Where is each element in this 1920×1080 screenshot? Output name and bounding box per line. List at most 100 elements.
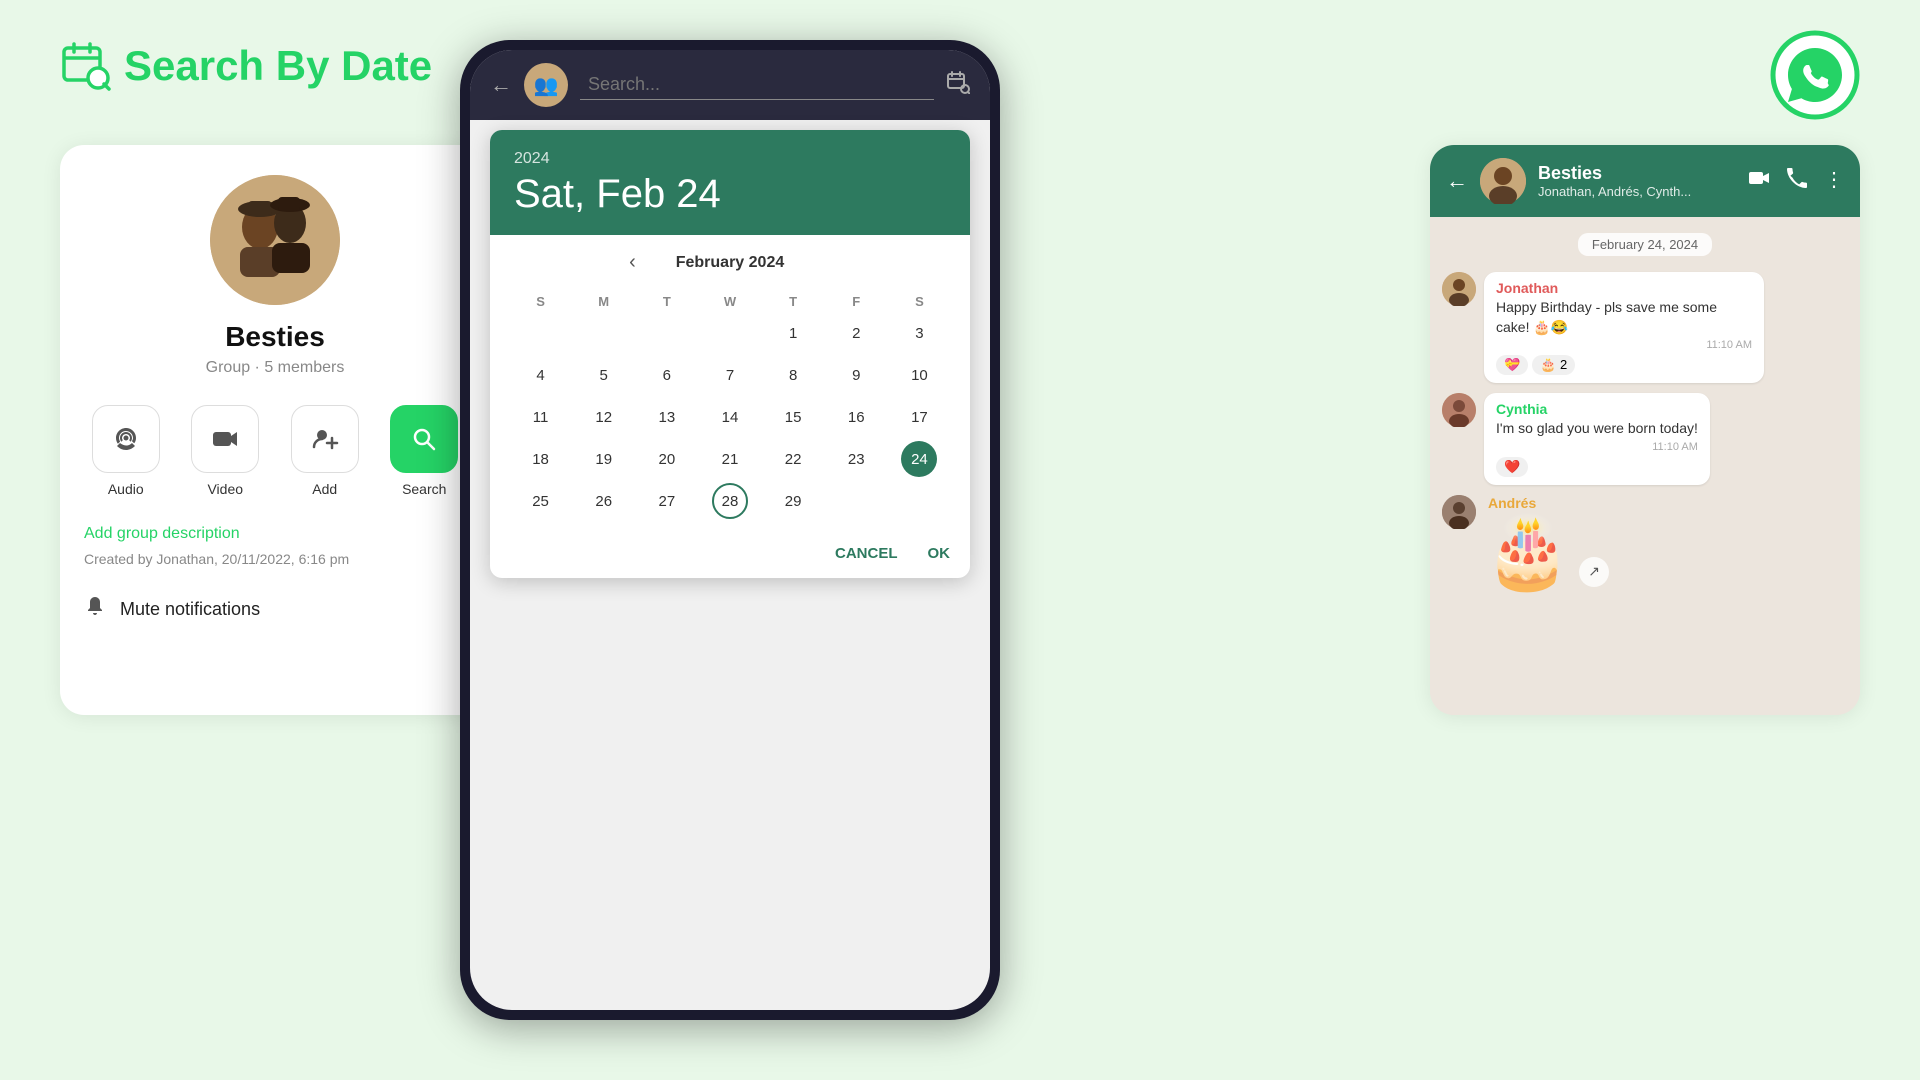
calendar-day[interactable]: 13 (649, 399, 685, 435)
chat-members: Jonathan, Andrés, Cynth... (1538, 184, 1736, 199)
calendar-day[interactable]: 1 (775, 315, 811, 351)
calendar-day-header: S (889, 290, 950, 313)
calendar-day[interactable]: 12 (586, 399, 622, 435)
calendar-day[interactable]: 3 (901, 315, 937, 351)
group-info: Group · 5 members (84, 359, 466, 377)
calendar-day[interactable]: 7 (712, 357, 748, 393)
calendar-day[interactable]: 24 (901, 441, 937, 477)
jonathan-avatar (1442, 272, 1476, 306)
action-buttons: Audio Video Add (84, 405, 466, 497)
date-badge: February 24, 2024 (1578, 233, 1712, 256)
created-info: Created by Jonathan, 20/11/2022, 6:16 pm (84, 551, 466, 567)
calendar-search-icon (60, 40, 112, 92)
cynthia-text: I'm so glad you were born today! (1496, 419, 1698, 439)
chat-avatar (1480, 158, 1526, 204)
search-icon[interactable] (390, 405, 458, 473)
video-button[interactable]: Video (184, 405, 268, 497)
chat-name: Besties (1538, 163, 1736, 184)
phone-back-button[interactable]: ← (490, 72, 512, 98)
calendar-day[interactable]: 8 (775, 357, 811, 393)
calendar-date-display: Sat, Feb 24 (514, 172, 946, 217)
jonathan-sender: Jonathan (1496, 280, 1752, 296)
calendar-day[interactable]: 2 (838, 315, 874, 351)
mute-row: Mute notifications (84, 595, 466, 623)
calendar-day[interactable]: 25 (523, 483, 559, 519)
calendar-day[interactable]: 26 (586, 483, 622, 519)
add-button[interactable]: Add (283, 405, 367, 497)
calendar-prev-button[interactable]: ‹ (629, 251, 636, 274)
calendar-day[interactable]: 4 (523, 357, 559, 393)
calendar-day-header: T (636, 290, 697, 313)
forward-button[interactable]: ↗ (1579, 557, 1609, 587)
avatar (210, 175, 340, 305)
calendar-day[interactable]: 19 (586, 441, 622, 477)
calendar-dialog: 2024 Sat, Feb 24 ‹ February 2024 › SMTWT… (490, 130, 970, 578)
audio-icon[interactable] (92, 405, 160, 473)
calendar-day[interactable]: 22 (775, 441, 811, 477)
cynthia-message: Cynthia I'm so glad you were born today!… (1484, 393, 1710, 485)
calendar-day[interactable]: 28 (712, 483, 748, 519)
search-label: Search (402, 481, 446, 497)
andres-sticker: 🎂 (1484, 517, 1571, 587)
cynthia-avatar (1442, 393, 1476, 427)
header: Search By Date (60, 40, 432, 92)
bell-icon (84, 595, 106, 623)
calendar-day[interactable]: 29 (775, 483, 811, 519)
calendar-day[interactable]: 15 (775, 399, 811, 435)
group-name: Besties (84, 321, 466, 353)
calendar-day[interactable]: 16 (838, 399, 874, 435)
reaction-2: 🎂 2 (1532, 355, 1575, 375)
calendar-day[interactable]: 5 (586, 357, 622, 393)
phone-mockup: ← 👥 2024 Sat, Feb 24 (460, 40, 1000, 1020)
menu-icon[interactable]: ⋮ (1824, 167, 1844, 195)
chat-header: ← Besties Jonathan, Andrés, Cynth... (1430, 145, 1860, 217)
mute-label: Mute notifications (120, 599, 260, 620)
calendar-day-header: T (763, 290, 824, 313)
audio-button[interactable]: Audio (84, 405, 168, 497)
birthday-cake-sticker: 🎂 (1484, 517, 1571, 587)
search-button[interactable]: Search (383, 405, 467, 497)
calendar-day[interactable]: 9 (838, 357, 874, 393)
chat-back-button[interactable]: ← (1446, 168, 1468, 194)
calendar-ok-button[interactable]: OK (928, 545, 951, 562)
chat-body: February 24, 2024 Jonathan Happy Birthda… (1430, 217, 1860, 715)
calendar-day[interactable]: 17 (901, 399, 937, 435)
calendar-day[interactable]: 20 (649, 441, 685, 477)
calendar-actions: Cancel OK (490, 533, 970, 578)
andres-sender: Andrés (1488, 495, 1609, 511)
calendar-cancel-button[interactable]: Cancel (835, 545, 898, 562)
calendar-day[interactable]: 23 (838, 441, 874, 477)
header-title: Search By Date (124, 42, 432, 90)
calendar-day[interactable]: 21 (712, 441, 748, 477)
video-icon[interactable] (191, 405, 259, 473)
phone-call-icon[interactable] (1786, 167, 1808, 195)
calendar-day[interactable]: 6 (649, 357, 685, 393)
calendar-month-title: February 2024 (676, 254, 785, 272)
calendar-day-header: W (699, 290, 760, 313)
calendar-days-grid: 1234567891011121314151617181920212223242… (510, 313, 950, 521)
chat-card: ← Besties Jonathan, Andrés, Cynth... (1430, 145, 1860, 715)
calendar-nav: ‹ February 2024 › (510, 251, 950, 274)
jonathan-message: Jonathan Happy Birthday - pls save me so… (1484, 272, 1764, 383)
message-row: Cynthia I'm so glad you were born today!… (1442, 393, 1848, 485)
cynthia-reactions: ❤️ (1496, 457, 1698, 477)
phone-search-input[interactable] (580, 70, 934, 100)
jonathan-text: Happy Birthday - pls save me some cake! … (1496, 298, 1752, 337)
add-description-link[interactable]: Add group description (84, 525, 466, 543)
cynthia-time: 11:10 AM (1496, 441, 1698, 453)
calendar-day[interactable]: 10 (901, 357, 937, 393)
cynthia-sender: Cynthia (1496, 401, 1698, 417)
calendar-year: 2024 (514, 150, 946, 168)
message-row: Andrés 🎂 ↗ (1442, 495, 1848, 587)
add-icon[interactable] (291, 405, 359, 473)
phone-calendar-icon[interactable] (946, 70, 970, 100)
calendar-day[interactable]: 27 (649, 483, 685, 519)
calendar-day[interactable]: 11 (523, 399, 559, 435)
phone-profile-avatar: 👥 (524, 63, 568, 107)
video-call-icon[interactable] (1748, 167, 1770, 195)
reaction-1: 💝 (1496, 355, 1528, 375)
calendar-day[interactable]: 18 (523, 441, 559, 477)
avatar-container (84, 175, 466, 305)
calendar-day[interactable]: 14 (712, 399, 748, 435)
chat-title-area: Besties Jonathan, Andrés, Cynth... (1538, 163, 1736, 199)
